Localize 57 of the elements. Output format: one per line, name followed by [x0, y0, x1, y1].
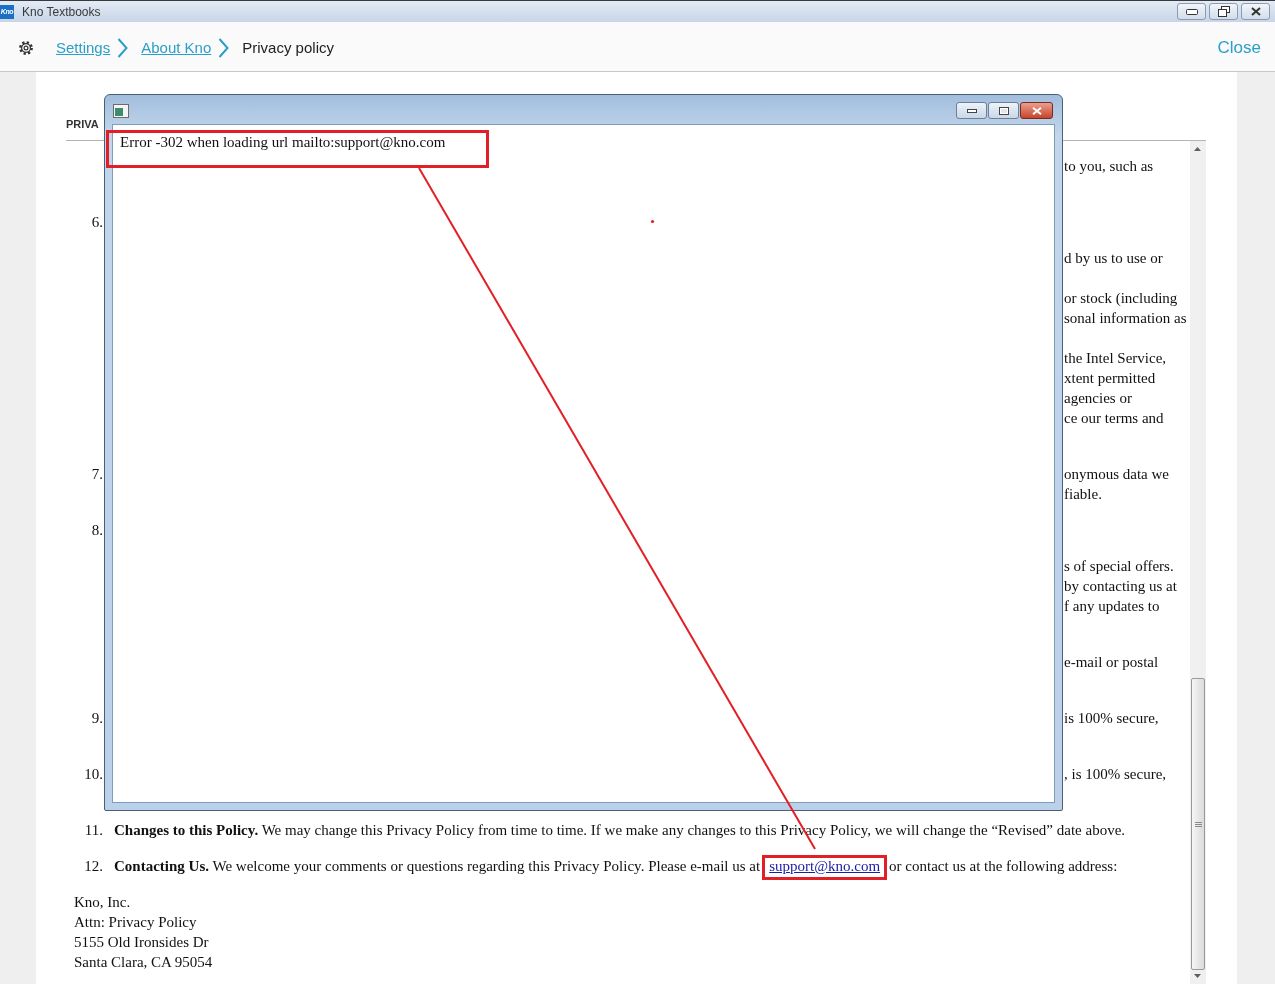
text-fragment: by contacting us at: [1064, 577, 1177, 596]
text-fragment: ce our terms and: [1064, 409, 1164, 428]
text-fragment: e-mail or postal: [1064, 653, 1159, 672]
policy-paragraph: Contacting Us. We welcome your comments or questions regarding this Privacy Policy. Please e-mail us at support@kno.com or contact us at the following address:: [114, 856, 1118, 876]
breadcrumb-link[interactable]: Settings: [56, 38, 111, 58]
close-window-button[interactable]: [1241, 3, 1270, 20]
chevron-icon: [218, 38, 230, 58]
chevron-icon: [117, 38, 129, 58]
text-fragment: f any updates to: [1064, 597, 1160, 616]
restore-icon: [1217, 6, 1230, 17]
restore-button[interactable]: [1209, 3, 1238, 20]
text-fragment: onymous data we: [1064, 465, 1169, 484]
text-fragment: or stock (including: [1064, 289, 1178, 308]
list-number: 12.: [83, 857, 103, 876]
text-fragment: the Intel Service,: [1064, 349, 1167, 368]
grip-icon: [1194, 821, 1202, 827]
text-fragment: s of special offers.: [1064, 557, 1174, 576]
address-line: Santa Clara, CA 95054: [74, 953, 213, 972]
settings-icon: [19, 41, 33, 55]
close-icon: [1031, 106, 1042, 115]
address-line: 5155 Old Ironsides Dr: [74, 933, 209, 952]
maximize-icon: [998, 106, 1009, 115]
minimize-button[interactable]: [1177, 3, 1206, 20]
section-heading: PRIVA: [66, 117, 99, 131]
list-number: 11.: [83, 821, 103, 840]
address-line: Attn: Privacy Policy: [74, 913, 197, 932]
text-fragment: to you, such as: [1064, 157, 1154, 176]
text-fragment: sonal information as: [1064, 309, 1187, 328]
address-line: Kno, Inc.: [74, 893, 131, 912]
text-fragment: xtent permitted: [1064, 369, 1156, 388]
dot-icon: [650, 219, 655, 224]
text-fragment: fiable.: [1064, 485, 1102, 504]
list-number: 7.: [90, 465, 103, 484]
minimize-icon: [966, 108, 977, 113]
list-number: 6.: [90, 213, 103, 232]
up-arrow-icon[interactable]: [1194, 147, 1201, 151]
close-button[interactable]: Close: [1217, 38, 1261, 58]
text-fragment: agencies or: [1064, 389, 1132, 408]
text-fragment: , is 100% secure,: [1064, 765, 1167, 784]
list-number: 8.: [90, 521, 103, 540]
breadcrumb-link[interactable]: About Kno: [141, 38, 212, 58]
down-arrow-icon[interactable]: [1194, 974, 1201, 978]
error-message: Error -302 when loading url mailto:support@kno.com: [120, 133, 446, 152]
minimize-button[interactable]: [956, 102, 987, 119]
close-window-button[interactable]: [1020, 102, 1053, 119]
minimize-icon: [1185, 8, 1198, 15]
maximize-button[interactable]: [988, 102, 1019, 119]
scrollbar-thumb[interactable]: [1191, 678, 1205, 970]
text-fragment: is 100% secure,: [1064, 709, 1159, 728]
list-number: 9.: [90, 709, 103, 728]
list-number: 10.: [83, 765, 103, 784]
window-title: Kno Textbooks: [22, 4, 101, 19]
email-link[interactable]: support@kno.com: [769, 858, 881, 874]
breadcrumb-current: Privacy policy: [242, 38, 334, 58]
close-icon: [1250, 7, 1261, 16]
window-icon: [113, 103, 129, 118]
text-fragment: d by us to use or: [1064, 249, 1163, 268]
